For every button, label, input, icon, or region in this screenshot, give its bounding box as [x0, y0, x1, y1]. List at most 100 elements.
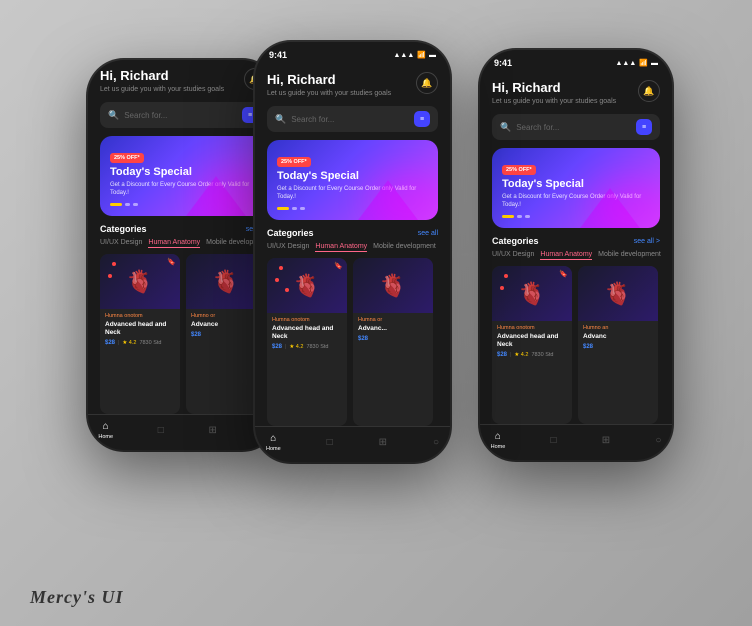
grid-icon-2: ⊞: [379, 437, 387, 448]
header-text-2: Hi, Richard Let us guide you with your s…: [267, 72, 391, 98]
profile-icon-3: ○: [655, 435, 661, 446]
course-card-2b[interactable]: 🫀 Humna or Advanc... $28: [353, 258, 433, 426]
categories-header-2: Categories see all: [267, 228, 438, 238]
nav-home-1[interactable]: ⌂ Home: [98, 421, 113, 440]
course-meta-3b: $28: [583, 344, 653, 350]
app-content-1: Hi, Richard Let us guide you with your s…: [88, 60, 278, 414]
nav-grid-2[interactable]: ⊞: [379, 437, 387, 448]
banner-tag-3: 25% OFF*: [502, 165, 536, 175]
cat-anatomy-3[interactable]: Human Anatomy: [540, 251, 592, 260]
cat-uiux-2[interactable]: UI/UX Design: [267, 243, 309, 252]
bookmark-icon-3[interactable]: 🔖: [559, 270, 568, 278]
bell-button-3[interactable]: 🔔: [638, 80, 660, 102]
filter-button-3[interactable]: ≡: [636, 119, 652, 135]
course-info-3b: Humno an Advanc $28: [578, 321, 658, 354]
nav-grid-1[interactable]: ⊞: [208, 425, 216, 436]
header-3: Hi, Richard Let us guide you with your s…: [492, 80, 660, 106]
banner-dot-3-2: [300, 207, 305, 210]
bookmark-icon-2[interactable]: 🔖: [334, 262, 343, 270]
banner-tag-2: 25% OFF*: [277, 157, 311, 167]
filter-button-2[interactable]: ≡: [414, 111, 430, 127]
course-cat-3: Humna onotom: [497, 325, 567, 331]
course-name-2b: Advanc...: [358, 325, 428, 333]
nav-profile-3[interactable]: ○: [655, 435, 661, 446]
cat-mobile-2[interactable]: Mobile development: [373, 243, 436, 252]
course-price-3: $28: [497, 352, 507, 358]
cat-uiux-1[interactable]: UI/UX Design: [100, 239, 142, 248]
rd-3: [285, 288, 289, 292]
cat-anatomy-2[interactable]: Human Anatomy: [315, 243, 367, 252]
cat-mobile-1[interactable]: Mobile develop...: [206, 239, 259, 248]
nav-home-3[interactable]: ⌂ Home: [491, 431, 506, 450]
bottom-nav-3: ⌂ Home □ ⊞ ○: [480, 424, 672, 460]
filter-icon-1: ≡: [248, 112, 252, 119]
grid-icon-1: ⊞: [208, 425, 216, 436]
course-students-3: 7830 Std: [531, 352, 553, 358]
banner-dots-2: [277, 207, 428, 210]
course-rating-2: ★ 4.2: [289, 344, 303, 350]
nav-profile-2[interactable]: ○: [433, 437, 439, 448]
nav-grid-3[interactable]: ⊞: [602, 435, 610, 446]
nav-book-1[interactable]: □: [158, 425, 164, 436]
home-icon-1: ⌂: [103, 421, 109, 432]
bookmark-icon-1[interactable]: 🔖: [167, 258, 176, 266]
bell-icon-2: 🔔: [421, 78, 432, 89]
search-bar-3[interactable]: 🔍 Search for... ≡: [492, 114, 660, 140]
course-card-3b[interactable]: 🫀 Humno an Advanc $28: [578, 266, 658, 424]
course-card-2-1[interactable]: 🫀 Humno or Advance $28: [186, 254, 266, 414]
nav-home-label-2: Home: [266, 446, 281, 452]
see-all-2[interactable]: see all: [418, 230, 438, 237]
status-icons-2: ▲▲▲ 📶 ▬: [393, 51, 436, 59]
course-price-1: $28: [105, 340, 115, 346]
banner-dot-active-1: [110, 203, 122, 206]
course-info-2: Humna onotom Advanced head and Neck $28 …: [267, 313, 347, 354]
book-icon-1: □: [158, 425, 164, 436]
greeting-2: Hi, Richard: [267, 72, 391, 87]
course-cat-2b: Humna or: [358, 317, 428, 323]
anatomy-figure-3: 🫀: [518, 281, 545, 307]
nav-home-2[interactable]: ⌂ Home: [266, 433, 281, 452]
banner-desc-2: Get a Discount for Every Course Order on…: [277, 186, 428, 202]
header-1: Hi, Richard Let us guide you with your s…: [100, 68, 266, 94]
course-name-2: Advanced head and Neck: [272, 325, 342, 341]
cat-uiux-3[interactable]: UI/UX Design: [492, 251, 534, 260]
banner-dot-active-3: [502, 215, 514, 218]
app-content-3: Hi, Richard Let us guide you with your s…: [480, 72, 672, 424]
course-card-3[interactable]: 🫀 🔖 Humna onotom Advanced head and Neck …: [492, 266, 572, 424]
bell-button-2[interactable]: 🔔: [416, 72, 438, 94]
search-bar-1[interactable]: 🔍 Search for... ≡: [100, 102, 266, 128]
nav-book-2[interactable]: □: [327, 437, 333, 448]
banner-dot-3-1: [133, 203, 138, 206]
home-icon-3: ⌂: [495, 431, 501, 442]
course-rating-1: ★ 4.2: [122, 340, 136, 346]
banner-title-1: Today's Special: [110, 166, 256, 179]
subtitle-3: Let us guide you with your studies goals: [492, 97, 616, 106]
see-all-3[interactable]: see all >: [634, 238, 660, 245]
cat-mobile-3[interactable]: Mobile development: [598, 251, 661, 260]
nav-home-label-3: Home: [491, 444, 506, 450]
anatomy-figure-2b: 🫀: [379, 273, 406, 299]
cat-anatomy-1[interactable]: Human Anatomy: [148, 239, 200, 248]
course-cat-2: Humna onotom: [272, 317, 342, 323]
course-card-2[interactable]: 🫀 🔖 Humna onotom Advanced head and Neck …: [267, 258, 347, 426]
courses-list-3: 🫀 🔖 Humna onotom Advanced head and Neck …: [492, 266, 660, 424]
status-bar-3: 9:41 ▲▲▲ 📶 ▬: [480, 50, 672, 72]
categories-title-1: Categories: [100, 224, 147, 234]
course-card-1[interactable]: 🫀 🔖 Humna onotom Advanced head and Neck …: [100, 254, 180, 414]
header-text-3: Hi, Richard Let us guide you with your s…: [492, 80, 616, 106]
nav-book-3[interactable]: □: [550, 435, 556, 446]
categories-header-1: Categories see all: [100, 224, 266, 234]
courses-list-1: 🫀 🔖 Humna onotom Advanced head and Neck …: [100, 254, 266, 414]
course-meta-2b: $28: [358, 336, 428, 342]
course-meta-1: $28 | ★ 4.2 7830 Std: [105, 340, 175, 346]
search-bar-2[interactable]: 🔍 Search for... ≡: [267, 106, 438, 132]
course-img-2: 🫀 🔖: [267, 258, 347, 313]
course-img-3: 🫀 🔖: [492, 266, 572, 321]
divider-2: |: [285, 344, 286, 350]
search-placeholder-2: Search for...: [291, 115, 414, 124]
search-placeholder-1: Search for...: [124, 111, 242, 120]
course-students-1: 7830 Std: [139, 340, 161, 346]
book-icon-3: □: [550, 435, 556, 446]
banner-dot-2-2: [292, 207, 297, 210]
course-meta-2: $28 | ★ 4.2 7830 Std: [272, 344, 342, 350]
